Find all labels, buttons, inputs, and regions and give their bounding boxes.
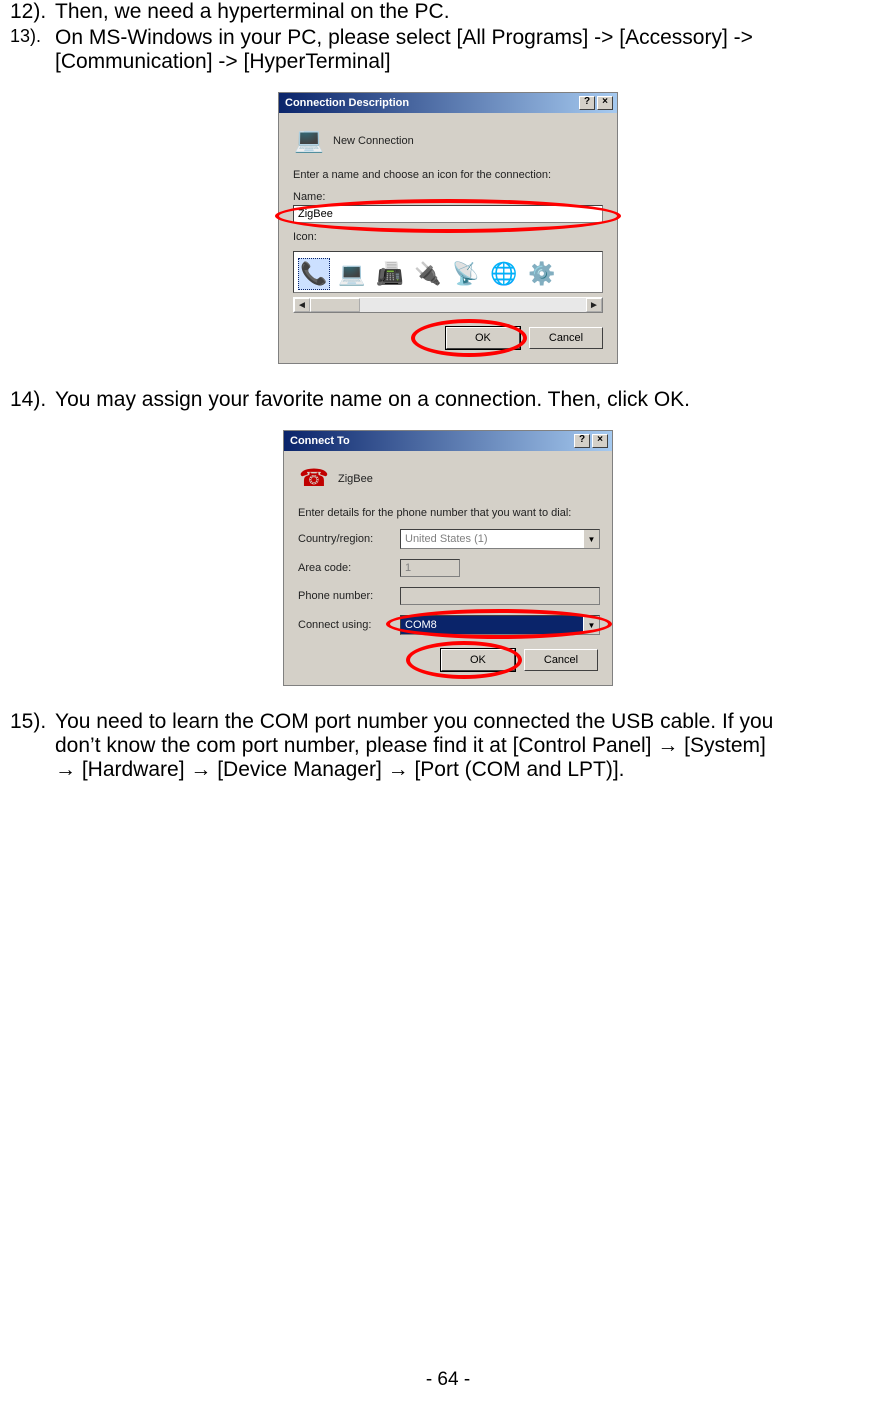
step-13: 13). On MS-Windows in your PC, please se… [10, 26, 886, 74]
new-connection-icon: 💻 [293, 125, 325, 157]
icon-picker[interactable]: 📞 💻 📠 🔌 📡 🌐 ⚙️ [293, 251, 603, 293]
prompt-text: Enter a name and choose an icon for the … [293, 169, 603, 181]
step-13-line1: On MS-Windows in your PC, please select … [55, 26, 753, 49]
icon-option-7[interactable]: ⚙️ [526, 258, 558, 290]
step-num: 13). [10, 26, 55, 47]
icon-option-4[interactable]: 🔌 [412, 258, 444, 290]
dialog-titlebar[interactable]: Connect To ? × [284, 431, 612, 451]
connect-using-label: Connect using: [298, 619, 394, 631]
step-15-line2: don’t know the com port number, please f… [55, 734, 766, 757]
icon-option-6[interactable]: 🌐 [488, 258, 520, 290]
step-text: You may assign your favorite name on a c… [55, 388, 886, 412]
step-text: Then, we need a hyperterminal on the PC. [55, 0, 886, 24]
scroll-left-button[interactable]: ◄ [294, 298, 310, 312]
close-button[interactable]: × [592, 434, 608, 448]
close-button[interactable]: × [597, 96, 613, 110]
country-select: United States (1) ▼ [400, 529, 600, 549]
name-input[interactable] [293, 205, 603, 223]
connect-using-value: COM8 [401, 616, 583, 634]
step-text: On MS-Windows in your PC, please select … [55, 26, 886, 74]
scroll-right-button[interactable]: ► [586, 298, 602, 312]
step-13-line2: [Communication] -> [HyperTerminal] [55, 50, 391, 73]
icon-option-1[interactable]: 📞 [298, 258, 330, 290]
chevron-down-icon[interactable]: ▼ [583, 616, 599, 634]
cancel-button[interactable]: Cancel [524, 649, 598, 671]
scroll-thumb[interactable] [310, 298, 360, 312]
phone-number-label: Phone number: [298, 590, 394, 602]
step-15-line1: You need to learn the COM port number yo… [55, 710, 773, 733]
chevron-down-icon: ▼ [583, 530, 599, 548]
prompt-text: Enter details for the phone number that … [298, 507, 598, 519]
icon-label: Icon: [293, 231, 603, 243]
icon-option-5[interactable]: 📡 [450, 258, 482, 290]
country-value: United States (1) [401, 530, 583, 548]
area-code-input [400, 559, 460, 577]
step-num: 12). [10, 0, 55, 24]
name-label: Name: [293, 191, 603, 203]
connection-name: ZigBee [338, 473, 373, 485]
cancel-button[interactable]: Cancel [529, 327, 603, 349]
connection-icon: ☎ [298, 463, 330, 495]
connect-using-select[interactable]: COM8 ▼ [400, 615, 600, 635]
icon-option-2[interactable]: 💻 [336, 258, 368, 290]
ok-button[interactable]: OK [441, 649, 515, 671]
help-button[interactable]: ? [574, 434, 590, 448]
dialog-titlebar[interactable]: Connection Description ? × [279, 93, 617, 113]
connect-to-dialog: Connect To ? × ☎ ZigBee Enter details fo… [283, 430, 613, 686]
help-button[interactable]: ? [579, 96, 595, 110]
phone-number-input [400, 587, 600, 605]
step-14: 14). You may assign your favorite name o… [10, 388, 886, 412]
step-text: You need to learn the COM port number yo… [55, 710, 886, 782]
country-label: Country/region: [298, 533, 394, 545]
icon-option-3[interactable]: 📠 [374, 258, 406, 290]
connection-description-dialog: Connection Description ? × 💻 New Connect… [278, 92, 618, 364]
step-12: 12). Then, we need a hyperterminal on th… [10, 0, 886, 24]
step-num: 14). [10, 388, 55, 412]
step-15: 15). You need to learn the COM port numb… [10, 710, 886, 782]
dialog-title: Connect To [290, 435, 574, 447]
dialog-title: Connection Description [285, 97, 579, 109]
ok-button[interactable]: OK [446, 327, 520, 349]
icon-title: New Connection [333, 135, 414, 147]
icon-scrollbar[interactable]: ◄ ► [293, 297, 603, 313]
step-15-line3: → [Hardware] → [Device Manager] → [Port … [55, 758, 625, 781]
area-code-label: Area code: [298, 562, 394, 574]
step-num: 15). [10, 710, 55, 734]
page-number: - 64 - [0, 1369, 896, 1391]
